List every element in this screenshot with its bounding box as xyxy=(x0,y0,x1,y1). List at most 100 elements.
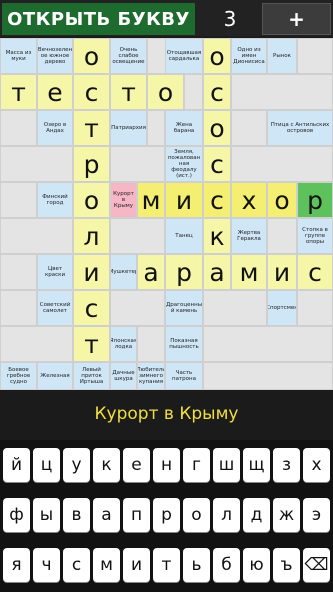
key[interactable]: ю xyxy=(243,548,270,582)
letter-cell[interactable]: о xyxy=(147,74,184,110)
empty-cell xyxy=(203,290,267,326)
clue-cell[interactable]: Отощавшая сардалька xyxy=(165,38,203,74)
letter-cell[interactable]: и xyxy=(267,254,297,290)
clue-cell[interactable]: Птица с Антильских островов xyxy=(267,110,333,146)
letter-cell[interactable]: с xyxy=(73,290,110,326)
key[interactable]: г xyxy=(183,448,210,482)
letter-cell[interactable]: о xyxy=(73,182,110,218)
clue-cell[interactable]: Советский самолет xyxy=(37,290,73,326)
letter-cell[interactable]: р xyxy=(165,254,203,290)
clue-cell[interactable]: Левый приток Иртыша xyxy=(73,362,110,390)
letter-cell[interactable]: а xyxy=(203,254,231,290)
empty-cell xyxy=(231,146,333,182)
key[interactable]: д xyxy=(243,498,270,532)
key[interactable]: с xyxy=(63,548,90,582)
letter-cell[interactable]: о xyxy=(267,182,297,218)
clue-cell[interactable]: Дачные шкура xyxy=(110,362,137,390)
clue-cell[interactable]: Вечнозелен ое южное дерево xyxy=(37,38,73,74)
key[interactable]: й xyxy=(3,448,30,482)
key[interactable]: ц xyxy=(33,448,60,482)
letter-cell[interactable]: т xyxy=(73,110,110,146)
clue-cell[interactable]: Масса из муки xyxy=(0,38,37,74)
letter-cell[interactable]: р xyxy=(297,182,333,218)
empty-cell xyxy=(110,290,165,326)
clue-cell[interactable]: Показная пышность xyxy=(165,326,203,362)
clue-cell[interactable]: Жена барана xyxy=(165,110,203,146)
letter-cell[interactable]: р xyxy=(73,146,110,182)
letter-cell[interactable]: х xyxy=(231,182,267,218)
clue-cell[interactable]: Рынок xyxy=(267,38,297,74)
clue-cell[interactable]: Одно из имен Дионисиса xyxy=(231,38,267,74)
key[interactable]: э xyxy=(303,498,330,532)
letter-cell[interactable]: с xyxy=(203,74,231,110)
empty-cell xyxy=(110,146,165,182)
clue-cell[interactable]: Мушкетер xyxy=(110,254,137,290)
letter-cell[interactable]: и xyxy=(165,182,203,218)
clue-cell[interactable]: Озеро в Андах xyxy=(37,110,73,146)
key[interactable]: ж xyxy=(273,498,300,532)
letter-cell[interactable]: о xyxy=(73,38,110,74)
letter-cell[interactable]: к xyxy=(203,218,231,254)
open-letter-button[interactable]: ОТКРЫТЬ БУКВУ xyxy=(2,3,195,35)
key[interactable]: л xyxy=(213,498,240,532)
letter-cell[interactable]: с xyxy=(203,182,231,218)
key[interactable]: щ xyxy=(243,448,270,482)
letter-cell[interactable]: е xyxy=(37,74,73,110)
key[interactable]: з xyxy=(273,448,300,482)
key[interactable]: ф xyxy=(3,498,30,532)
clue-cell[interactable]: Драгоценны й камень xyxy=(165,290,203,326)
key[interactable]: х xyxy=(303,448,330,482)
letter-cell[interactable]: м xyxy=(231,254,267,290)
clue-cell[interactable]: Часть патрона xyxy=(165,362,203,390)
key[interactable]: ч xyxy=(33,548,60,582)
clue-cell[interactable]: Боевое гребное судно xyxy=(0,362,37,390)
key[interactable]: ы xyxy=(33,498,60,532)
clue-cell[interactable]: Танец xyxy=(165,218,203,254)
key[interactable]: м xyxy=(93,548,120,582)
letter-cell[interactable]: т xyxy=(73,326,110,362)
empty-cell xyxy=(231,74,333,110)
key[interactable]: н xyxy=(153,448,180,482)
key[interactable]: у xyxy=(63,448,90,482)
letter-cell[interactable]: о xyxy=(203,110,231,146)
letter-cell[interactable]: с xyxy=(73,74,110,110)
backspace-key[interactable]: ⌫ xyxy=(303,548,330,582)
letter-cell[interactable]: и xyxy=(73,254,110,290)
clue-cell[interactable]: Железная xyxy=(37,362,73,390)
letter-cell[interactable]: т xyxy=(0,74,37,110)
key[interactable]: ш xyxy=(213,448,240,482)
key[interactable]: к xyxy=(93,448,120,482)
key[interactable]: е xyxy=(123,448,150,482)
clue-cell[interactable]: Земля, пожалован ная феодалу (ист.) xyxy=(165,146,203,182)
clue-cell[interactable]: Очень слабое освещение xyxy=(110,38,147,74)
clue-cell[interactable]: Любитель зимнего купания xyxy=(137,362,165,390)
clue-cell[interactable]: Финский город xyxy=(37,182,73,218)
key[interactable]: а xyxy=(93,498,120,532)
key[interactable]: т xyxy=(153,548,180,582)
key[interactable]: ъ xyxy=(273,548,300,582)
letter-cell[interactable]: л xyxy=(73,218,110,254)
letter-cell[interactable]: о xyxy=(203,38,231,74)
clue-cell[interactable]: Спортсмен xyxy=(267,290,297,326)
clue-cell[interactable]: Стопка в группе опоры xyxy=(297,218,333,254)
key[interactable]: б xyxy=(213,548,240,582)
key[interactable]: я xyxy=(3,548,30,582)
letter-cell[interactable]: м xyxy=(137,182,165,218)
key[interactable]: р xyxy=(153,498,180,532)
letter-cell[interactable]: а xyxy=(137,254,165,290)
key[interactable]: в xyxy=(63,498,90,532)
letter-cell[interactable]: т xyxy=(110,74,147,110)
clue-cell[interactable]: Японская лодка xyxy=(110,326,137,362)
key[interactable]: о xyxy=(183,498,210,532)
clue-cell[interactable]: Патриархия xyxy=(110,110,147,146)
clue-cell[interactable]: Цвет краски xyxy=(37,254,73,290)
clue-cell[interactable]: Жертва Геракла xyxy=(231,218,267,254)
key[interactable]: и xyxy=(123,548,150,582)
key[interactable]: п xyxy=(123,498,150,532)
letter-cell[interactable]: с xyxy=(203,146,231,182)
empty-cell xyxy=(0,254,37,290)
add-hints-button[interactable]: + xyxy=(262,3,331,35)
letter-cell[interactable]: с xyxy=(297,254,333,290)
clue-cell-selected[interactable]: Курорт в Крыму xyxy=(110,182,137,218)
key[interactable]: ь xyxy=(183,548,210,582)
